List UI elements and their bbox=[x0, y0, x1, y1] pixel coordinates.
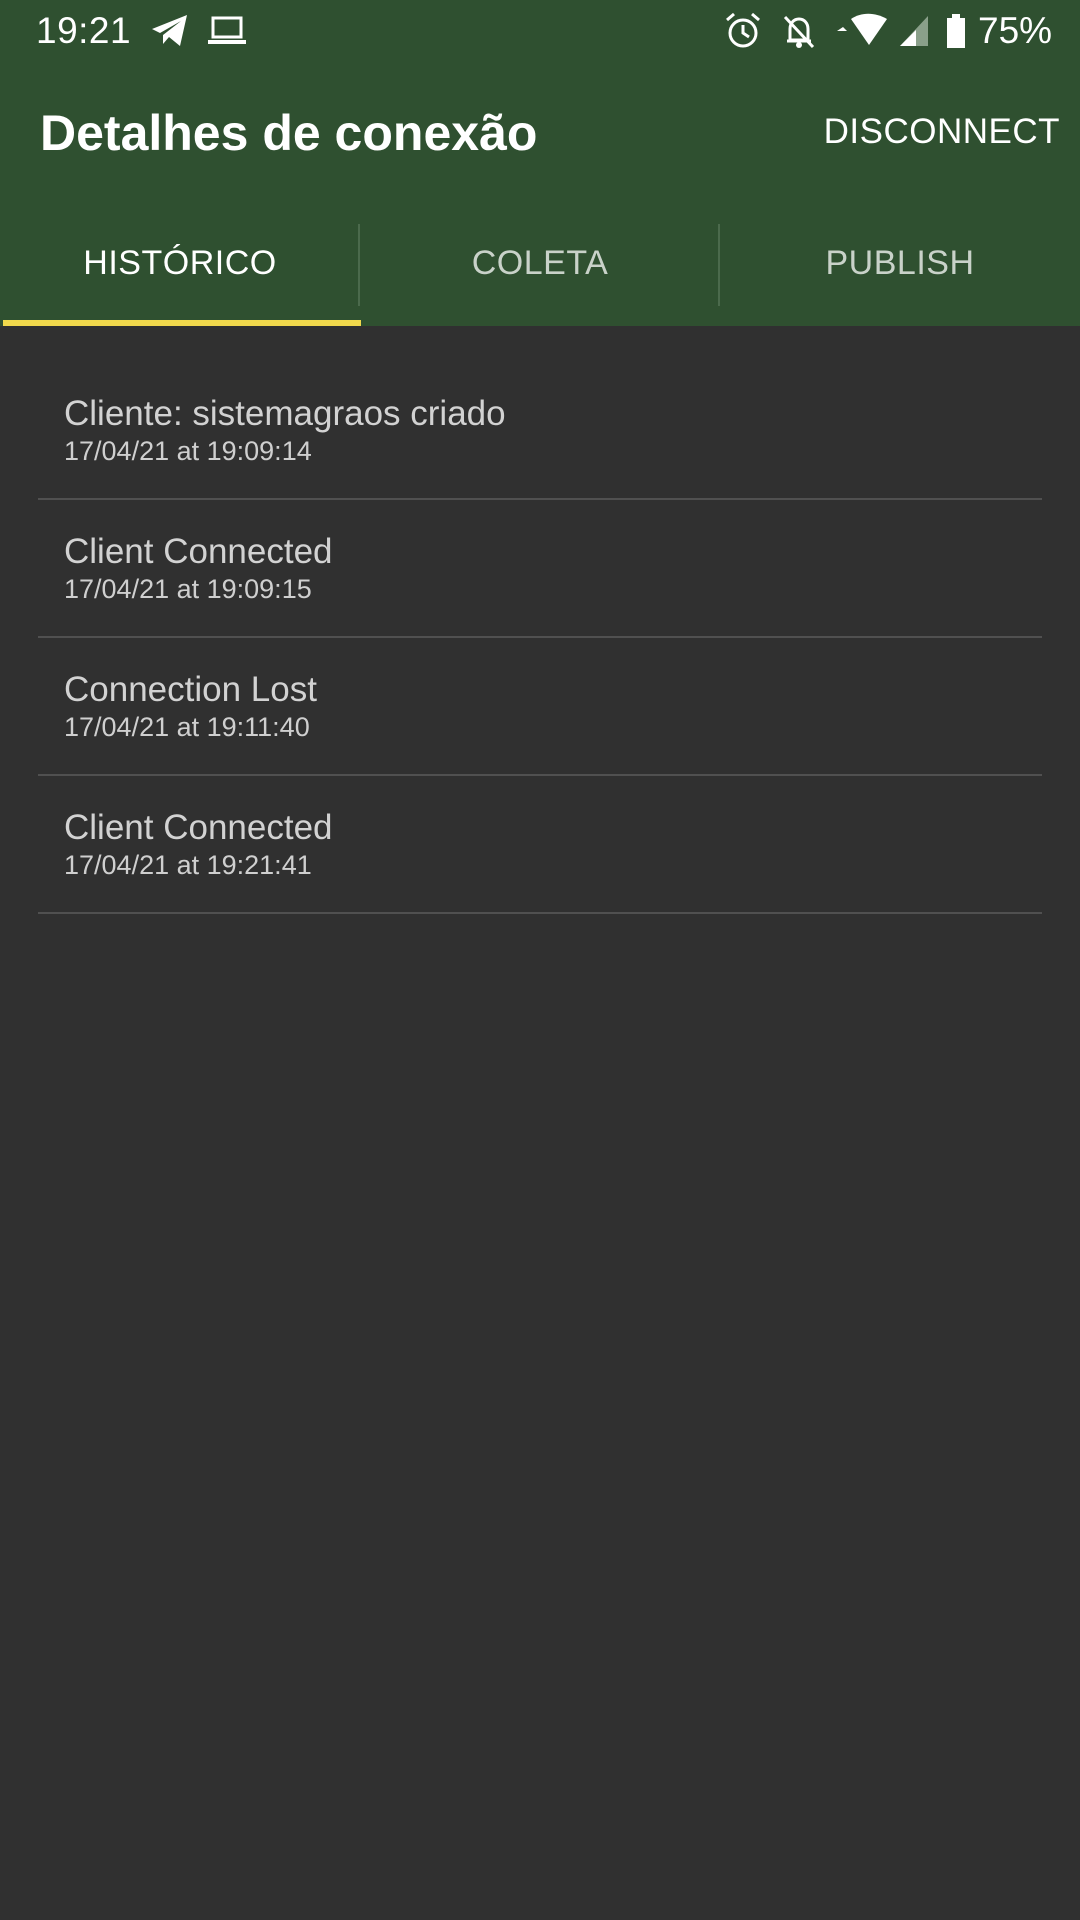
history-list[interactable]: Cliente: sistemagraos criado 17/04/21 at… bbox=[38, 362, 1042, 914]
history-item-timestamp: 17/04/21 at 19:11:40 bbox=[64, 712, 310, 742]
cell-signal-icon bbox=[898, 10, 930, 52]
history-item-timestamp: 17/04/21 at 19:21:41 bbox=[64, 850, 312, 880]
list-item[interactable]: Connection Lost 17/04/21 at 19:11:40 bbox=[38, 638, 1042, 776]
telegram-icon bbox=[150, 10, 190, 52]
tab-bar: HISTÓRICO COLETA PUBLISH bbox=[0, 200, 1080, 326]
disconnect-button[interactable]: DISCONNECT bbox=[824, 112, 1060, 152]
list-item[interactable]: Client Connected 17/04/21 at 19:09:15 bbox=[38, 500, 1042, 638]
app-bar: Detalhes de conexão DISCONNECT bbox=[0, 64, 1080, 200]
tab-label: COLETA bbox=[471, 243, 609, 282]
history-item-title: Client Connected bbox=[64, 532, 333, 571]
notifications-off-icon bbox=[780, 10, 818, 52]
list-item[interactable]: Cliente: sistemagraos criado 17/04/21 at… bbox=[38, 362, 1042, 500]
page-title: Detalhes de conexão bbox=[40, 105, 538, 161]
wifi-icon bbox=[835, 10, 893, 52]
history-content: Cliente: sistemagraos criado 17/04/21 at… bbox=[0, 326, 1080, 1920]
tab-label: PUBLISH bbox=[825, 243, 975, 282]
tab-publish[interactable]: PUBLISH bbox=[720, 200, 1080, 326]
list-item[interactable]: Client Connected 17/04/21 at 19:21:41 bbox=[38, 776, 1042, 914]
battery-percent: 75% bbox=[978, 10, 1053, 51]
history-item-title: Client Connected bbox=[64, 808, 333, 847]
status-time: 19:21 bbox=[36, 10, 132, 51]
history-item-timestamp: 17/04/21 at 19:09:15 bbox=[64, 574, 312, 604]
battery-icon bbox=[945, 10, 967, 52]
history-item-timestamp: 17/04/21 at 19:09:14 bbox=[64, 436, 312, 466]
history-item-title: Connection Lost bbox=[64, 670, 317, 709]
tab-coleta[interactable]: COLETA bbox=[360, 200, 720, 326]
laptop-icon bbox=[207, 10, 247, 52]
tab-label: HISTÓRICO bbox=[83, 243, 277, 282]
alarm-icon bbox=[724, 10, 762, 52]
history-item-title: Cliente: sistemagraos criado bbox=[64, 394, 506, 433]
status-bar: 19:21 75% bbox=[0, 0, 1080, 64]
tab-historico[interactable]: HISTÓRICO bbox=[0, 200, 361, 326]
